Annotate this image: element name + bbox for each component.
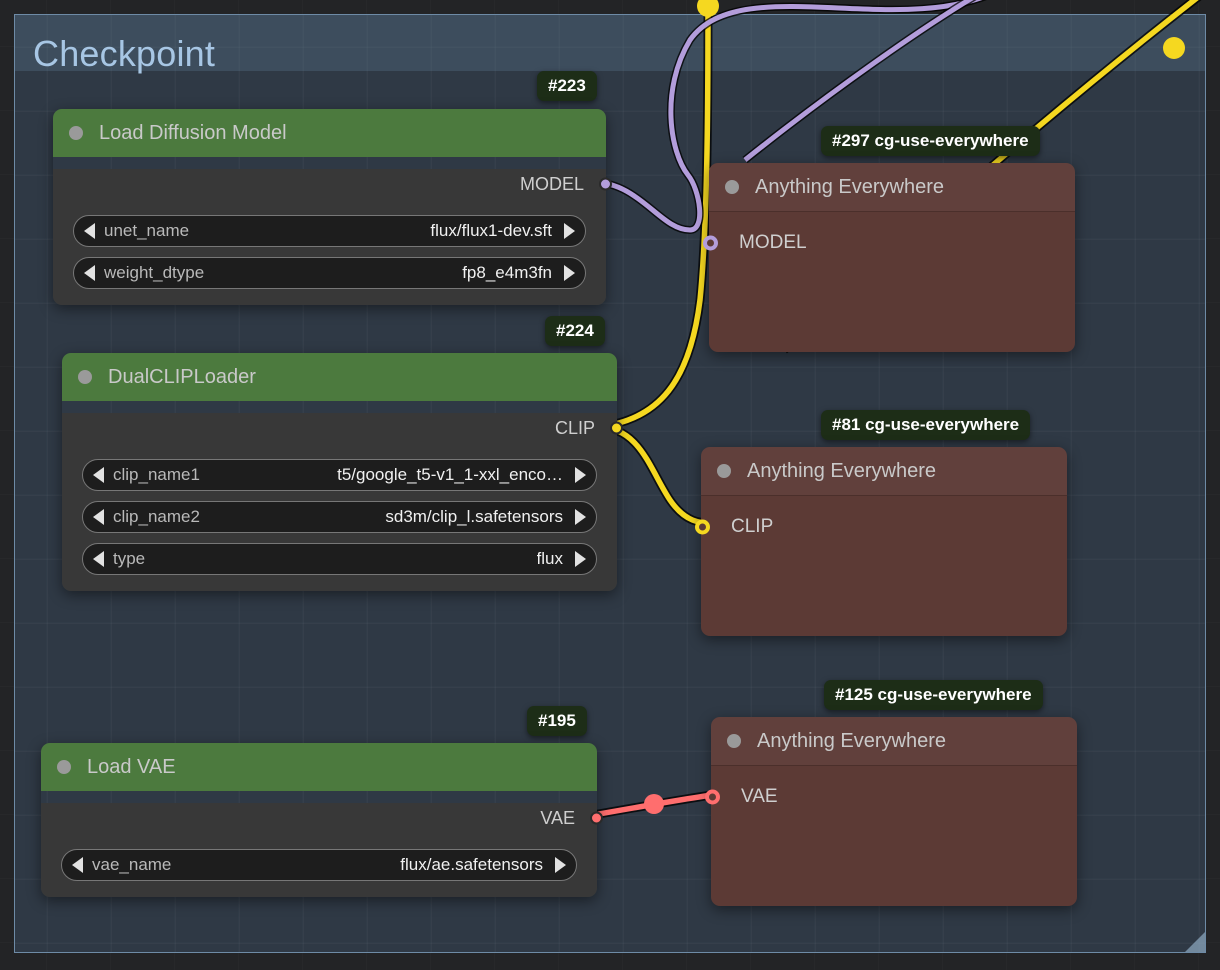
decrement-arrow-icon[interactable]: [84, 223, 95, 239]
node-body: MODEL: [703, 211, 1075, 352]
collapse-dot-icon[interactable]: [717, 464, 731, 478]
node-badge-81: #81 cg-use-everywhere: [821, 410, 1031, 440]
collapse-dot-icon[interactable]: [69, 126, 83, 140]
widget-list: unet_name flux/flux1-dev.sft weight_dtyp…: [53, 199, 606, 305]
node-badge-224: #224: [545, 316, 605, 346]
widget-type[interactable]: type flux: [82, 543, 597, 575]
output-slot-label: VAE: [540, 807, 575, 828]
widget-weight-dtype[interactable]: weight_dtype fp8_e4m3fn: [73, 257, 586, 289]
decrement-arrow-icon[interactable]: [72, 857, 83, 873]
input-slot-label: VAE: [741, 786, 778, 807]
collapse-dot-icon[interactable]: [57, 760, 71, 774]
node-badge-195: #195: [527, 706, 587, 736]
node-badge-223: #223: [537, 71, 597, 101]
node-title: DualCLIPLoader: [108, 365, 256, 388]
decrement-arrow-icon[interactable]: [93, 551, 104, 567]
node-title: Anything Everywhere: [747, 459, 936, 482]
widget-value: fp8_e4m3fn: [462, 263, 552, 282]
increment-arrow-icon[interactable]: [575, 509, 586, 525]
widget-value: flux/flux1-dev.sft: [430, 221, 552, 240]
output-port-vae-icon[interactable]: [590, 811, 603, 825]
node-load-vae[interactable]: Load VAE VAE vae_name flux/ae.safetensor…: [41, 743, 603, 897]
node-badge-297: #297 cg-use-everywhere: [821, 126, 1040, 156]
decrement-arrow-icon[interactable]: [93, 467, 104, 483]
widget-label: clip_name1: [113, 465, 200, 484]
widget-label: clip_name2: [113, 507, 200, 526]
input-port-vae-icon[interactable]: [705, 789, 720, 805]
collapse-dot-icon[interactable]: [725, 180, 739, 194]
node-badge-125: #125 cg-use-everywhere: [824, 680, 1043, 710]
widget-vae-name[interactable]: vae_name flux/ae.safetensors: [61, 849, 577, 881]
node-body: VAE: [705, 765, 1077, 906]
input-slot-label: MODEL: [739, 232, 807, 253]
node-header[interactable]: Anything Everywhere: [709, 163, 1075, 211]
node-title: Load Diffusion Model: [99, 121, 287, 144]
widget-label: unet_name: [104, 221, 190, 240]
node-title: Anything Everywhere: [757, 729, 946, 752]
node-header[interactable]: Anything Everywhere: [711, 717, 1077, 765]
widget-value: flux/ae.safetensors: [400, 855, 543, 874]
widget-value: sd3m/clip_l.safetensors: [385, 507, 563, 526]
output-port-clip-icon[interactable]: [610, 421, 623, 435]
node-load-diffusion-model[interactable]: Load Diffusion Model MODEL unet_name flu…: [53, 109, 612, 305]
node-anything-everywhere-model[interactable]: Anything Everywhere MODEL: [703, 163, 1075, 352]
node-header[interactable]: Anything Everywhere: [701, 447, 1067, 495]
output-slot-vae[interactable]: VAE: [41, 803, 603, 833]
node-title: Load VAE: [87, 755, 176, 778]
input-port-model-icon[interactable]: [703, 235, 718, 251]
increment-arrow-icon[interactable]: [564, 265, 575, 281]
output-slot-label: MODEL: [519, 173, 584, 194]
widget-list: vae_name flux/ae.safetensors: [41, 833, 597, 897]
node-body: MODEL unet_name flux/flux1-dev.sft weigh…: [53, 169, 612, 305]
node-anything-everywhere-clip[interactable]: Anything Everywhere CLIP: [695, 447, 1067, 636]
decrement-arrow-icon[interactable]: [93, 509, 104, 525]
decrement-arrow-icon[interactable]: [84, 265, 95, 281]
node-dualcliploader[interactable]: DualCLIPLoader CLIP clip_name1 t5/google…: [62, 353, 623, 591]
collapse-dot-icon[interactable]: [78, 370, 92, 384]
input-slot-model[interactable]: MODEL: [703, 228, 1075, 258]
input-port-clip-icon[interactable]: [695, 519, 710, 535]
widget-clip-name2[interactable]: clip_name2 sd3m/clip_l.safetensors: [82, 501, 597, 533]
widget-list: clip_name1 t5/google_t5-v1_1-xxl_enco… c…: [62, 443, 617, 591]
output-port-model-icon[interactable]: [599, 177, 612, 191]
node-body: CLIP clip_name1 t5/google_t5-v1_1-xxl_en…: [62, 413, 623, 591]
output-slot-label: CLIP: [554, 417, 595, 438]
increment-arrow-icon[interactable]: [575, 467, 586, 483]
group-resize-handle[interactable]: [1185, 932, 1205, 952]
increment-arrow-icon[interactable]: [564, 223, 575, 239]
node-body: VAE vae_name flux/ae.safetensors: [41, 803, 603, 897]
collapse-dot-icon[interactable]: [727, 734, 741, 748]
widget-label: vae_name: [92, 855, 172, 874]
widget-value: t5/google_t5-v1_1-xxl_enco…: [337, 465, 563, 484]
node-header[interactable]: DualCLIPLoader: [62, 353, 617, 401]
widget-value: flux: [536, 549, 563, 568]
widget-clip-name1[interactable]: clip_name1 t5/google_t5-v1_1-xxl_enco…: [82, 459, 597, 491]
widget-label: type: [113, 549, 146, 568]
increment-arrow-icon[interactable]: [575, 551, 586, 567]
increment-arrow-icon[interactable]: [555, 857, 566, 873]
node-header[interactable]: Load Diffusion Model: [53, 109, 606, 157]
output-slot-model[interactable]: MODEL: [53, 169, 612, 199]
output-slot-clip[interactable]: CLIP: [62, 413, 623, 443]
widget-unet-name[interactable]: unet_name flux/flux1-dev.sft: [73, 215, 586, 247]
node-title: Anything Everywhere: [755, 175, 944, 198]
node-header[interactable]: Load VAE: [41, 743, 597, 791]
node-body: CLIP: [695, 495, 1067, 636]
group-title: Checkpoint: [33, 33, 216, 74]
node-anything-everywhere-vae[interactable]: Anything Everywhere VAE: [705, 717, 1077, 906]
input-slot-label: CLIP: [731, 516, 774, 537]
widget-label: weight_dtype: [104, 263, 205, 282]
input-slot-clip[interactable]: CLIP: [695, 512, 1067, 542]
input-slot-vae[interactable]: VAE: [705, 782, 1077, 812]
